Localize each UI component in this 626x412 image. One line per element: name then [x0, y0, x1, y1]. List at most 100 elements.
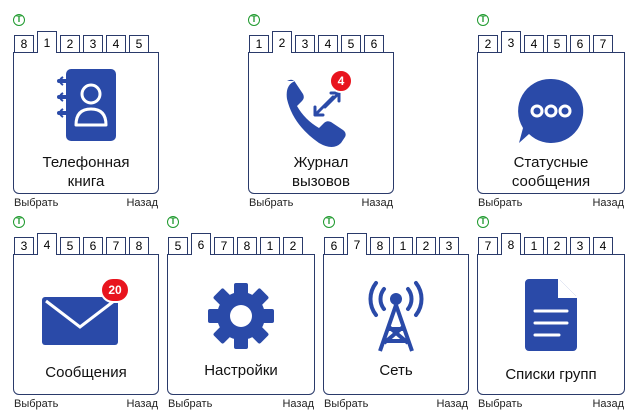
label-line: книга — [67, 173, 105, 190]
envelope-icon: 20 — [38, 277, 134, 347]
select-softkey[interactable]: Выбрать — [14, 197, 58, 209]
select-softkey[interactable]: Выбрать — [168, 398, 212, 410]
select-softkey[interactable]: Выбрать — [324, 398, 368, 410]
tab[interactable]: 3 — [439, 237, 459, 255]
tab[interactable]: 3 — [295, 35, 315, 53]
menu-panel[interactable]: 4 Журнал вызовов — [248, 52, 394, 194]
t-status-icon: T — [323, 216, 335, 228]
tab[interactable]: 1 — [524, 237, 544, 255]
document-icon — [521, 275, 581, 353]
call-log-icon: 4 — [281, 69, 361, 151]
tab[interactable]: 4 — [106, 35, 126, 53]
label-line: Списки групп — [505, 366, 597, 383]
tab[interactable]: 7 — [593, 35, 613, 53]
screen-settings: T 5 6 7 8 1 2 Настройки Выбрать Назад — [166, 215, 316, 412]
label-line: Сеть — [379, 362, 413, 379]
label-line: вызовов — [292, 173, 350, 190]
screen-network: T 6 7 8 1 2 3 Сеть Выбрать Назад — [322, 215, 470, 412]
tab[interactable]: 8 — [370, 237, 390, 255]
menu-label: Настройки — [168, 361, 314, 380]
tab[interactable]: 8 — [14, 35, 34, 53]
tab[interactable]: 2 — [283, 237, 303, 255]
menu-panel[interactable]: Телефонная книга — [13, 52, 159, 194]
t-status-icon: T — [167, 216, 179, 228]
tab-active[interactable]: 6 — [191, 233, 211, 255]
tab[interactable]: 1 — [260, 237, 280, 255]
menu-panel[interactable]: Настройки — [167, 254, 315, 395]
softkey-bar: Выбрать Назад — [476, 195, 626, 211]
tab[interactable]: 5 — [168, 237, 188, 255]
unread-badge: 20 — [100, 277, 130, 303]
tab[interactable]: 1 — [249, 35, 269, 53]
tab-active[interactable]: 3 — [501, 31, 521, 53]
tab[interactable]: 1 — [393, 237, 413, 255]
menu-panel[interactable]: 20 Сообщения — [13, 254, 159, 395]
tab-strip: 3 4 5 6 7 8 — [14, 233, 152, 255]
back-softkey[interactable]: Назад — [126, 197, 158, 209]
select-softkey[interactable]: Выбрать — [478, 398, 522, 410]
screen-status-messages: T 2 3 4 5 6 7 Статусные сообщения Выбрат… — [476, 13, 626, 211]
tab[interactable]: 8 — [129, 237, 149, 255]
tab[interactable]: 5 — [547, 35, 567, 53]
tab-strip: 6 7 8 1 2 3 — [324, 233, 462, 255]
back-softkey[interactable]: Назад — [126, 398, 158, 410]
tab[interactable]: 5 — [60, 237, 80, 255]
t-status-icon: T — [248, 14, 260, 26]
menu-panel[interactable]: Сеть — [323, 254, 469, 395]
tab[interactable]: 6 — [364, 35, 384, 53]
tab-active[interactable]: 8 — [501, 233, 521, 255]
tab[interactable]: 6 — [83, 237, 103, 255]
tab-active[interactable]: 4 — [37, 233, 57, 255]
label-line: Телефонная — [42, 154, 130, 171]
menu-panel[interactable]: Списки групп — [477, 254, 625, 395]
back-softkey[interactable]: Назад — [282, 398, 314, 410]
menu-label: Сеть — [324, 361, 468, 380]
tab[interactable]: 2 — [60, 35, 80, 53]
tab[interactable]: 3 — [83, 35, 103, 53]
tab[interactable]: 5 — [341, 35, 361, 53]
back-softkey[interactable]: Назад — [592, 197, 624, 209]
tab-active[interactable]: 2 — [272, 31, 292, 53]
menu-label: Списки групп — [478, 365, 624, 384]
select-softkey[interactable]: Выбрать — [14, 398, 58, 410]
softkey-bar: Выбрать Назад — [247, 195, 395, 211]
menu-label: Сообщения — [14, 363, 158, 382]
menu-panel[interactable]: Статусные сообщения — [477, 52, 625, 194]
select-softkey[interactable]: Выбрать — [478, 197, 522, 209]
menu-label: Телефонная книга — [14, 153, 158, 191]
tab-strip: 5 6 7 8 1 2 — [168, 233, 306, 255]
tab[interactable]: 7 — [478, 237, 498, 255]
label-line: Статусные — [513, 154, 589, 171]
tab-active[interactable]: 1 — [37, 31, 57, 53]
tab-strip: 1 2 3 4 5 6 — [249, 31, 387, 53]
softkey-bar: Выбрать Назад — [322, 396, 470, 412]
menu-label: Статусные сообщения — [478, 153, 624, 191]
label-line: сообщения — [511, 173, 591, 190]
tab[interactable]: 2 — [478, 35, 498, 53]
label-line: Настройки — [204, 362, 278, 379]
tab-strip: 2 3 4 5 6 7 — [478, 31, 616, 53]
tab[interactable]: 7 — [106, 237, 126, 255]
tab[interactable]: 2 — [547, 237, 567, 255]
tab-strip: 8 1 2 3 4 5 — [14, 31, 152, 53]
back-softkey[interactable]: Назад — [361, 197, 393, 209]
tab[interactable]: 8 — [237, 237, 257, 255]
back-softkey[interactable]: Назад — [436, 398, 468, 410]
tab[interactable]: 5 — [129, 35, 149, 53]
tab[interactable]: 4 — [524, 35, 544, 53]
tab[interactable]: 4 — [593, 237, 613, 255]
phonebook-icon — [54, 67, 118, 143]
select-softkey[interactable]: Выбрать — [249, 197, 293, 209]
tab[interactable]: 7 — [214, 237, 234, 255]
tab[interactable]: 4 — [318, 35, 338, 53]
tab-active[interactable]: 7 — [347, 233, 367, 255]
tab[interactable]: 3 — [570, 237, 590, 255]
screen-call-log: T 1 2 3 4 5 6 4 Журнал вызовов Выбрать Н… — [247, 13, 395, 211]
tab[interactable]: 6 — [324, 237, 344, 255]
tab[interactable]: 2 — [416, 237, 436, 255]
tab[interactable]: 3 — [14, 237, 34, 255]
back-softkey[interactable]: Назад — [592, 398, 624, 410]
t-status-icon: T — [477, 216, 489, 228]
label-line: Журнал — [293, 154, 349, 171]
tab[interactable]: 6 — [570, 35, 590, 53]
